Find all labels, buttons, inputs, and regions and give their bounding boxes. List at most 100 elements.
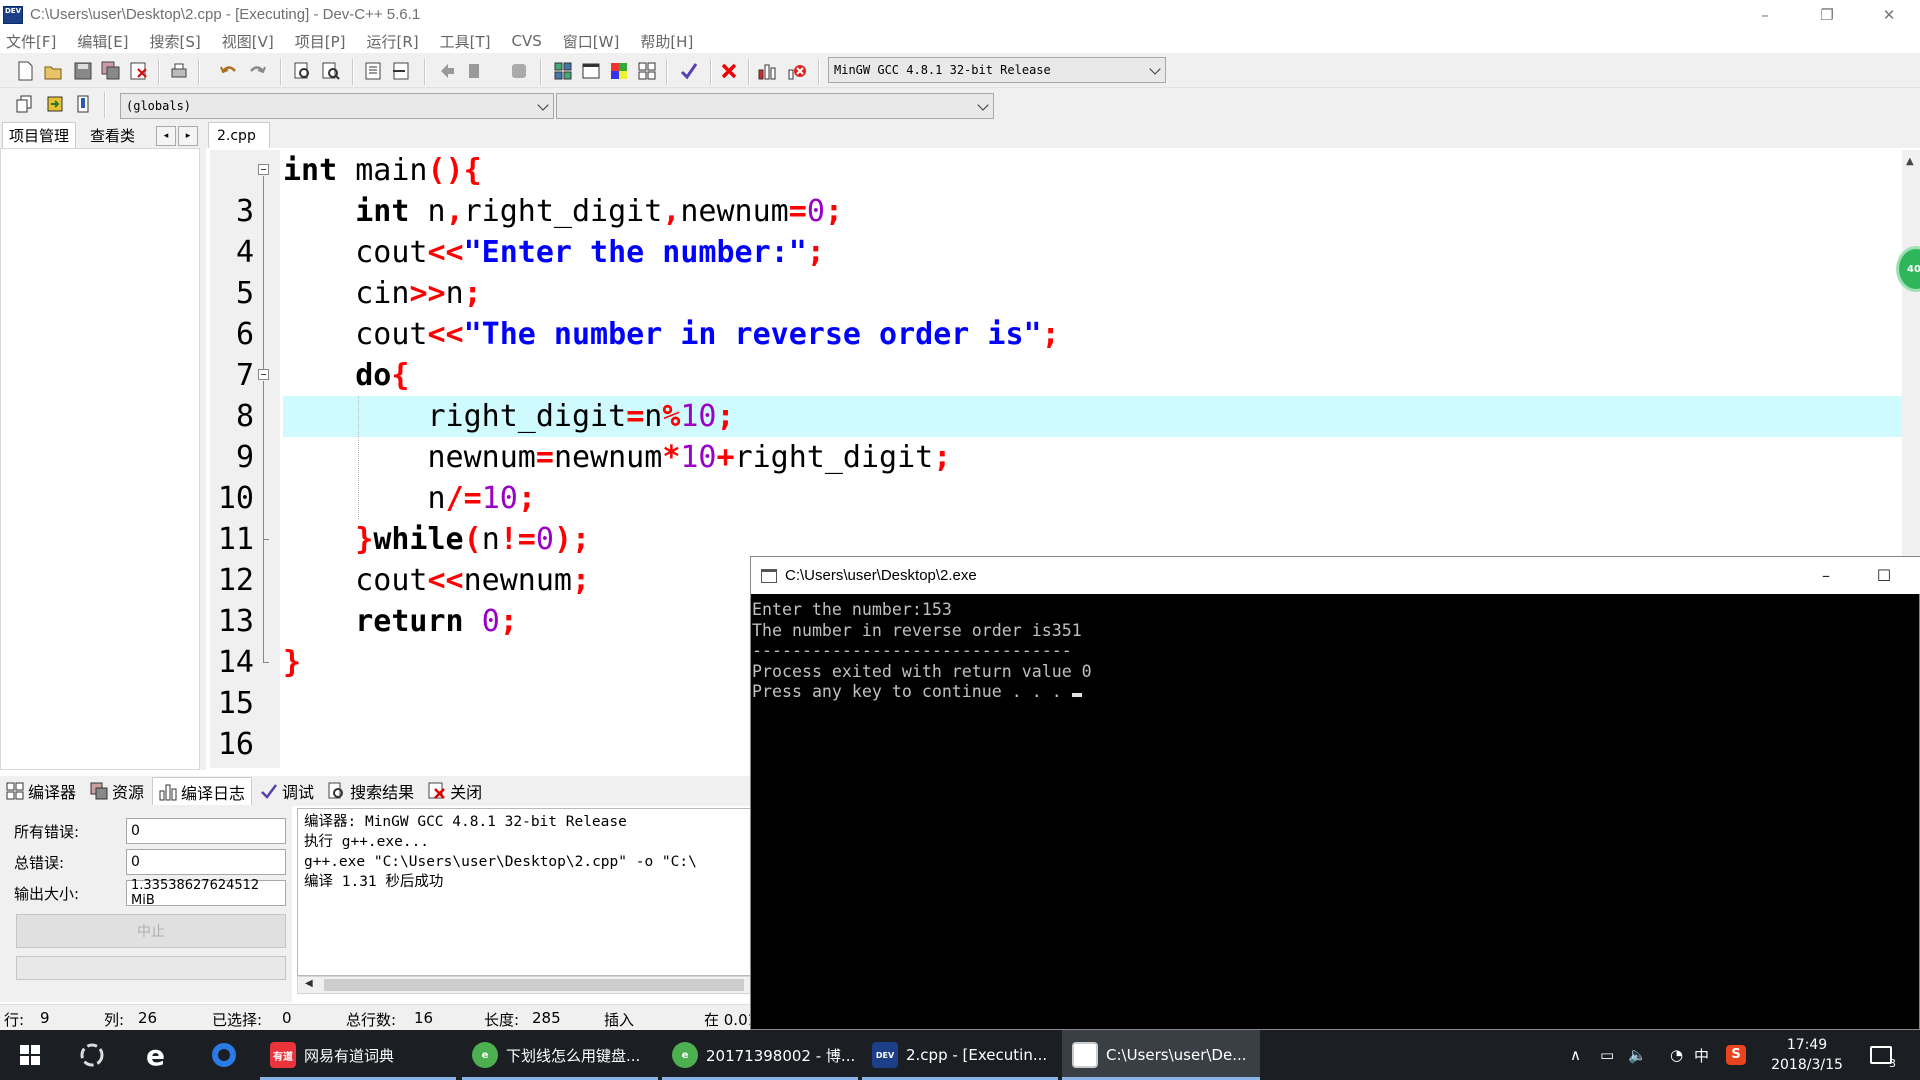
menu-view[interactable]: 视图[V] <box>220 31 276 52</box>
tab-search-results[interactable]: 搜索结果 <box>322 777 420 805</box>
menu-help[interactable]: 帮助[H] <box>638 31 695 52</box>
code-line[interactable]: 4 int n,right_digit,newnum=0; <box>210 191 1902 270</box>
code-token: + <box>716 440 735 475</box>
tab-class-view[interactable]: 查看类 <box>84 122 141 148</box>
undo-icon[interactable] <box>216 58 242 84</box>
menu-tools[interactable]: 工具[T] <box>438 31 493 52</box>
app-swirl-icon[interactable] <box>66 1030 118 1080</box>
clock[interactable]: 17:49 2018/3/15 <box>1764 1035 1850 1075</box>
insert-icon[interactable] <box>12 91 38 117</box>
scope-select[interactable]: (globals) <box>120 93 554 119</box>
code-line[interactable]: 10 newnum=newnum*10+right_digit; <box>210 437 1902 516</box>
tab-scroll-left-button[interactable]: ◂ <box>156 126 176 146</box>
syntax-check-icon[interactable] <box>676 58 702 84</box>
tab-2-cpp[interactable]: 2.cpp <box>208 122 270 148</box>
code-line[interactable]: 12 }while(n!=0); <box>210 519 1902 598</box>
menu-window[interactable]: 窗口[W] <box>561 31 622 52</box>
taskbar-task-browser-2[interactable]: e 20171398002 - 博... <box>662 1030 858 1080</box>
code-line[interactable]: 6 cin>>n; <box>210 273 1902 352</box>
scroll-thumb[interactable] <box>324 979 744 991</box>
indent-icon[interactable] <box>360 58 386 84</box>
console-output[interactable]: Enter the number:153 The number in revers… <box>751 594 1920 1031</box>
network-icon[interactable]: ◔ <box>1670 1030 1683 1080</box>
windows-start-icon[interactable] <box>4 1030 56 1080</box>
project-new-icon[interactable] <box>550 58 576 84</box>
project-tree[interactable] <box>0 148 200 770</box>
compiler-select[interactable]: MinGW GCC 4.8.1 32-bit Release <box>828 57 1166 83</box>
scroll-left-arrow-icon[interactable]: ◀ <box>305 978 313 989</box>
minimize-button[interactable]: – <box>1734 0 1796 29</box>
taskbar-task-youdao[interactable]: 有道 网易有道词典 <box>260 1030 456 1080</box>
code-line-current[interactable]: 9 right_digit=n%10; <box>210 396 1902 475</box>
console-window[interactable]: C:\Users\user\Desktop\2.exe – ☐ Enter th… <box>750 556 1920 1030</box>
tab-resources[interactable]: 资源 <box>84 777 150 805</box>
code-line[interactable]: 3 int main(){ <box>210 150 1902 229</box>
console-minimize-button[interactable]: – <box>1797 557 1855 594</box>
notification-center-icon[interactable]: 3 <box>1870 1030 1896 1080</box>
new-file-icon[interactable] <box>12 58 38 84</box>
bookmark-prev-icon[interactable] <box>434 58 460 84</box>
tab-compiler[interactable]: 编译器 <box>0 777 82 805</box>
stop-compile-button[interactable]: 中止 <box>16 914 286 948</box>
print-icon[interactable] <box>166 58 192 84</box>
code-line[interactable]: 8 do{ <box>210 355 1902 434</box>
console-maximize-button[interactable]: ☐ <box>1855 557 1913 594</box>
replace-icon[interactable] <box>318 58 344 84</box>
unindent-icon[interactable] <box>388 58 414 84</box>
tab-scroll-right-button[interactable]: ▸ <box>178 126 198 146</box>
code-line[interactable]: 5 cout<<"Enter the number:"; <box>210 232 1902 311</box>
tab-debug[interactable]: 调试 <box>254 777 320 805</box>
menu-cvs[interactable]: CVS <box>510 32 544 50</box>
compile-icon[interactable] <box>606 58 632 84</box>
total-errors-field[interactable]: 0 <box>126 849 286 875</box>
goto-declaration-icon[interactable] <box>42 91 68 117</box>
tab-project-manager[interactable]: 项目管理 <box>2 122 77 148</box>
panel-splitter[interactable] <box>200 148 206 770</box>
profile-icon[interactable] <box>754 58 780 84</box>
code-line[interactable]: 7 cout<<"The number in reverse order is"… <box>210 314 1902 393</box>
bookmark-next-icon[interactable] <box>462 58 488 84</box>
open-file-icon[interactable] <box>40 58 66 84</box>
console-title-bar[interactable]: C:\Users\user\Desktop\2.exe – ☐ <box>751 557 1920 594</box>
output-size-field[interactable]: 1.33538627624512 MiB <box>126 878 286 908</box>
menu-edit[interactable]: 编辑[E] <box>75 31 130 52</box>
ie-browser-icon[interactable]: e <box>130 1030 182 1080</box>
member-select[interactable] <box>556 93 994 119</box>
search-app-icon[interactable] <box>198 1030 250 1080</box>
menu-run[interactable]: 运行[R] <box>364 31 420 52</box>
menu-file[interactable]: 文件[F] <box>4 31 58 52</box>
battery-icon[interactable]: ▭ <box>1600 1030 1614 1080</box>
run-icon[interactable] <box>634 58 660 84</box>
fold-toggle-icon[interactable] <box>258 150 270 191</box>
scroll-up-arrow-icon[interactable]: ▲ <box>1906 156 1914 167</box>
sogou-ime-icon[interactable]: S <box>1726 1030 1746 1080</box>
stop-execution-icon[interactable] <box>716 58 742 84</box>
fold-toggle-icon[interactable] <box>258 355 270 396</box>
toggle-bookmark-icon[interactable] <box>70 91 96 117</box>
ime-indicator[interactable]: 中 <box>1694 1030 1709 1080</box>
save-icon[interactable] <box>70 58 96 84</box>
close-button[interactable]: ✕ <box>1858 0 1920 29</box>
taskbar-task-devcpp[interactable]: DEV 2.cpp - [Executin... <box>862 1030 1058 1080</box>
code-line[interactable]: 11 n/=10; <box>210 478 1902 557</box>
redo-icon[interactable] <box>244 58 270 84</box>
save-all-icon[interactable] <box>98 58 124 84</box>
menu-project[interactable]: 项目[P] <box>293 31 348 52</box>
maximize-button[interactable]: ❐ <box>1796 0 1858 29</box>
all-errors-field[interactable]: 0 <box>126 818 286 844</box>
window-icon[interactable] <box>578 58 604 84</box>
close-file-icon[interactable] <box>126 58 152 84</box>
dev-cpp-app-icon[interactable]: DEV <box>3 5 23 24</box>
menu-search[interactable]: 搜索[S] <box>148 31 203 52</box>
goto-line-icon[interactable] <box>506 58 532 84</box>
debug-icon[interactable] <box>784 58 810 84</box>
tab-close[interactable]: 关闭 <box>422 777 488 805</box>
log-horizontal-scrollbar[interactable]: ◀ <box>297 976 752 994</box>
taskbar-task-browser-1[interactable]: e 下划线怎么用键盘... <box>462 1030 658 1080</box>
compile-log[interactable]: 编译器: MinGW GCC 4.8.1 32-bit Release 执行 g+… <box>297 808 752 976</box>
volume-icon[interactable]: 🔈 <box>1628 1030 1647 1080</box>
show-hidden-icons-icon[interactable]: ∧ <box>1570 1030 1581 1080</box>
taskbar-task-console[interactable]: C:\Users\user\De... <box>1062 1030 1260 1080</box>
tab-compile-log[interactable]: 编译日志 <box>152 777 253 805</box>
find-icon[interactable] <box>290 58 316 84</box>
